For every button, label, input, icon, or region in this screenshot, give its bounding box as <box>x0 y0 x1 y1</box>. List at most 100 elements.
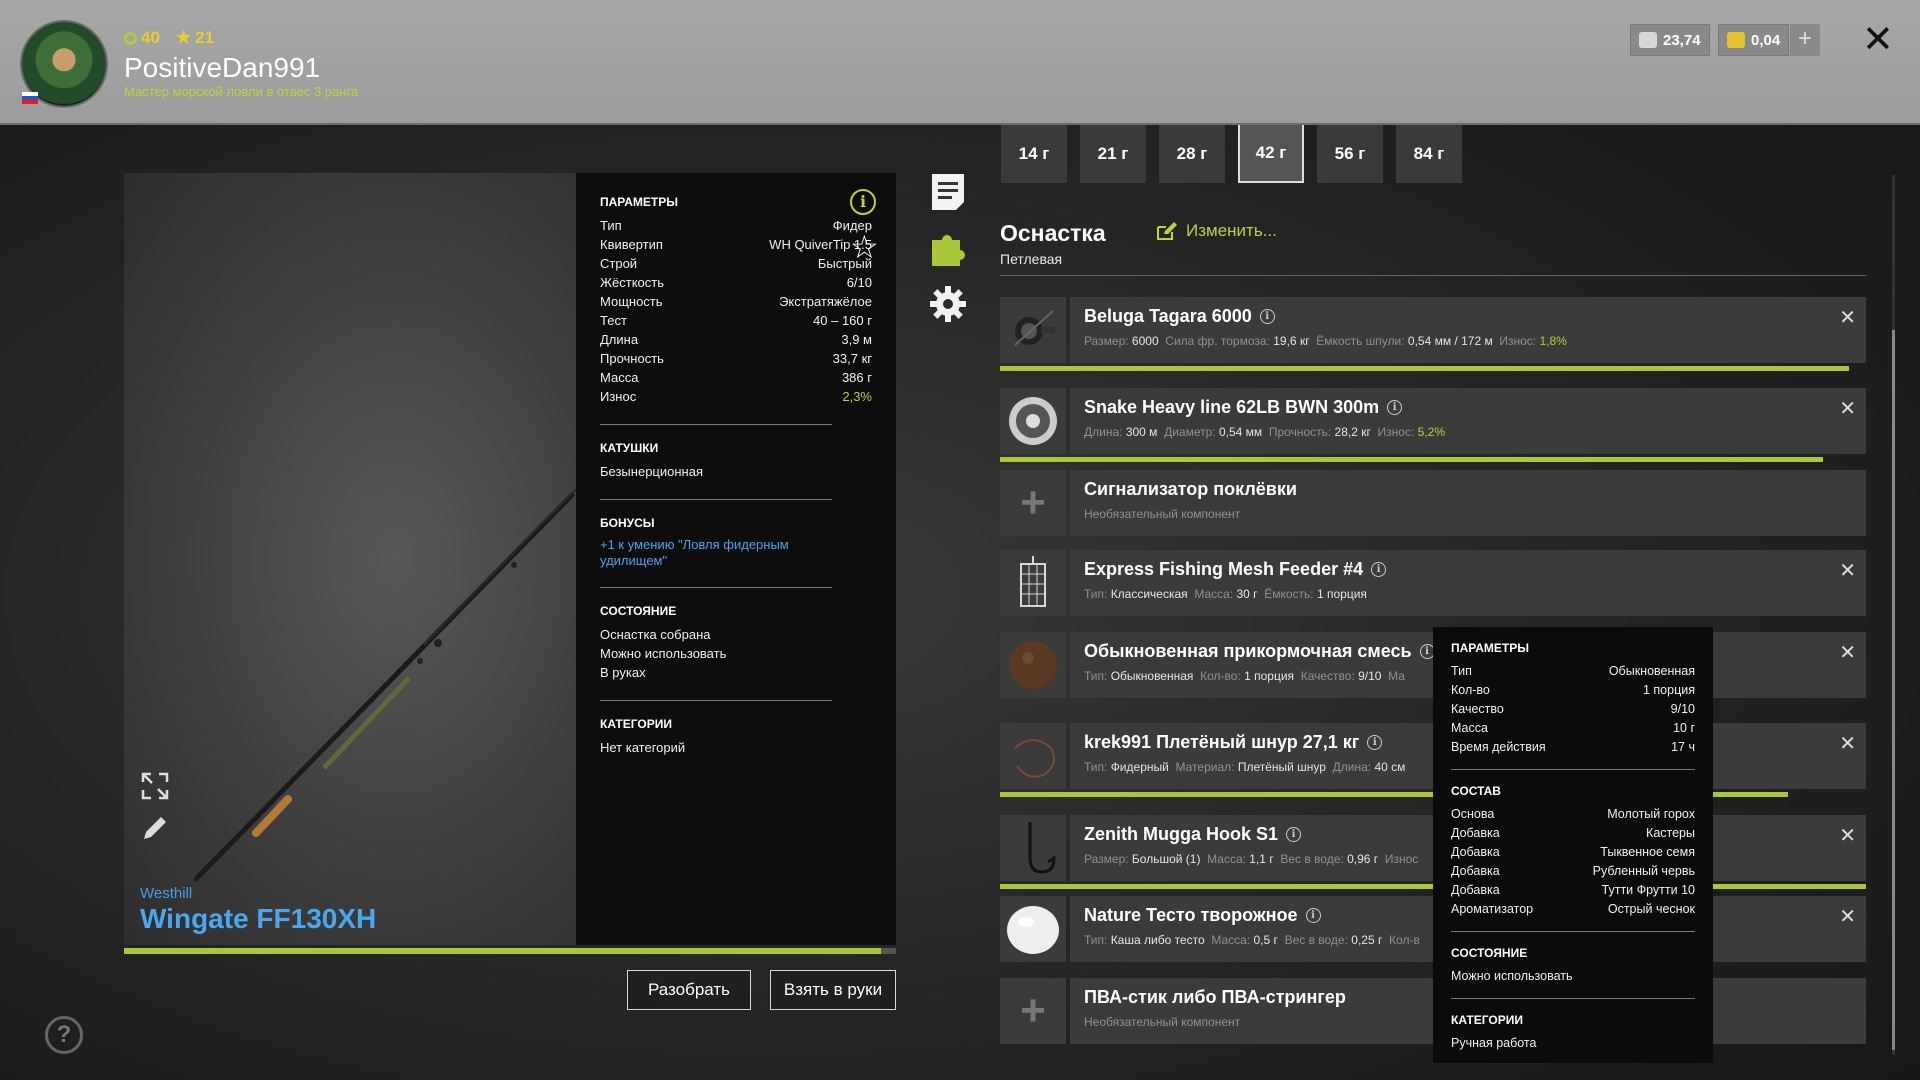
prop-value: Классическая <box>1110 587 1188 601</box>
component-props: Тип: Классическая Масса: 30 г Ёмкость: 1… <box>1084 587 1852 601</box>
prop-label: Диаметр: <box>1164 425 1216 439</box>
prop-label: Ёмкость: <box>1264 587 1314 601</box>
weight-option[interactable]: 56 г <box>1317 125 1383 183</box>
bonus-text[interactable]: +1 к умению "Ловля фидерным удилищем" <box>600 537 810 569</box>
description-icon[interactable] <box>928 172 968 212</box>
param-label: Квивертип <box>600 237 663 252</box>
tooltip-categories-title: КАТЕГОРИИ <box>1451 1013 1523 1027</box>
param-value: Обыкновенная <box>1608 664 1695 678</box>
info-icon[interactable]: i <box>1367 735 1383 750</box>
remove-component-icon[interactable]: ✕ <box>1839 558 1856 583</box>
param-value: 40 – 160 г <box>813 313 872 328</box>
param-row: Время действия 17 ч <box>1451 738 1695 757</box>
component-slot[interactable]: Beluga Tagara 6000 i Размер: 6000 Сила фр.… <box>1000 297 1866 371</box>
change-rig-button[interactable]: Изменить... <box>1156 221 1277 241</box>
rod-brand: Westhill <box>140 885 193 902</box>
line-spool-icon <box>1000 388 1066 454</box>
plus-icon: + <box>1000 978 1066 1044</box>
divider <box>600 700 832 701</box>
param-label: Качество <box>1451 702 1504 716</box>
param-row: Добавка Тутти Фрутти 10 <box>1451 881 1695 900</box>
param-row: Мощность Экстратяжёлое <box>600 292 872 311</box>
rod-name: Wingate FF130XH <box>140 903 377 934</box>
param-row: Длина 3,9 м <box>600 330 872 349</box>
prop-value: 0,54 мм <box>1218 425 1263 439</box>
component-slot[interactable]: Snake Heavy line 62LB BWN 300m i Длина: 30… <box>1000 388 1866 462</box>
param-row: Строй Быстрый <box>600 254 872 273</box>
remove-component-icon[interactable]: ✕ <box>1839 823 1856 848</box>
state-assembled: Оснастка собрана <box>600 627 711 642</box>
close-button[interactable]: ✕ <box>1862 20 1894 60</box>
param-value: Тыквенное семя <box>1600 845 1695 859</box>
prop-value: 1 порция <box>1316 587 1367 601</box>
tooltip-composition: Основа Молотый горох Добавка Кастеры Добавка… <box>1451 805 1695 919</box>
prop-label: Масса: <box>1211 933 1251 947</box>
weight-option[interactable]: 84 г <box>1396 125 1462 183</box>
prop-value: 1,1 г <box>1249 852 1274 866</box>
remove-component-icon[interactable]: ✕ <box>1839 305 1856 330</box>
component-slot[interactable]: + Сигнализатор поклёвки Необязательный ком… <box>1000 470 1866 536</box>
prop-label: Кол-во: <box>1200 669 1241 683</box>
info-icon[interactable]: i <box>1305 908 1321 923</box>
buy-currency-button[interactable]: + <box>1790 24 1820 56</box>
param-label: Кол-во <box>1451 683 1490 697</box>
tooltip-params: Тип Обыкновенная Кол-во 1 порция Качество 9/1… <box>1451 662 1695 757</box>
param-value: Молотый горох <box>1607 807 1695 821</box>
param-label: Жёсткость <box>600 275 664 290</box>
gold-coins-icon <box>1727 32 1745 48</box>
param-row: Ароматизатор Острый чеснок <box>1451 900 1695 919</box>
weight-option[interactable]: 21 г <box>1080 125 1146 183</box>
component-props: Размер: 6000 Сила фр. тормоза: 19,6 кг Ё… <box>1084 334 1852 348</box>
rig-puzzle-icon[interactable] <box>928 228 968 268</box>
favorite-star-icon[interactable]: ☆ <box>850 231 879 263</box>
component-info: Express Fishing Mesh Feeder #4 i Тип: Клас… <box>1070 550 1866 616</box>
fullscreen-icon[interactable] <box>140 771 170 801</box>
param-label: Основа <box>1451 807 1495 821</box>
prop-label: Тип: <box>1084 760 1108 774</box>
component-slot[interactable]: Express Fishing Mesh Feeder #4 i Тип: Клас… <box>1000 550 1866 616</box>
remove-component-icon[interactable]: ✕ <box>1839 904 1856 929</box>
info-icon[interactable]: i <box>1259 309 1275 324</box>
divider <box>1451 931 1695 932</box>
take-in-hands-button[interactable]: Взять в руки <box>770 970 896 1010</box>
weight-option[interactable]: 42 г <box>1238 125 1304 183</box>
prop-label: Масса: <box>1207 852 1246 866</box>
weight-option[interactable]: 28 г <box>1159 125 1225 183</box>
component-wear-bar <box>1000 457 1823 462</box>
prop-label: Качество: <box>1300 669 1355 683</box>
param-value: Рубленный червь <box>1592 864 1695 878</box>
info-icon[interactable]: i <box>1371 562 1387 577</box>
param-value: Кастеры <box>1646 826 1695 840</box>
disassemble-button[interactable]: Разобрать <box>627 970 751 1010</box>
info-icon[interactable]: i <box>1286 827 1302 842</box>
param-value: Тутти Фрутти 10 <box>1601 883 1695 897</box>
rod-wear-fill <box>124 948 881 954</box>
remove-component-icon[interactable]: ✕ <box>1839 731 1856 756</box>
component-name: Snake Heavy line 62LB BWN 300m i <box>1084 397 1852 418</box>
prop-value: Большой (1) <box>1131 852 1201 866</box>
hook-icon <box>1000 815 1066 881</box>
params-title: ПАРАМЕТРЫ <box>600 195 678 209</box>
prop-label: Кол-в <box>1389 933 1420 947</box>
rename-pencil-icon[interactable] <box>140 813 170 843</box>
component-info: Snake Heavy line 62LB BWN 300m i Длина: 30… <box>1070 388 1866 454</box>
weight-option[interactable]: 14 г <box>1001 125 1067 183</box>
remove-component-icon[interactable]: ✕ <box>1839 640 1856 665</box>
prop-label: Сила фр. тормоза: <box>1165 334 1270 348</box>
help-button[interactable]: ? <box>45 1016 83 1054</box>
reels-title: КАТУШКИ <box>600 441 659 455</box>
param-row: Квивертип WH QuiverTip 1.5 <box>600 235 872 254</box>
player-stats: 40 ★ 21 <box>124 28 214 48</box>
component-name: Express Fishing Mesh Feeder #4 i <box>1084 559 1852 580</box>
param-label: Износ <box>600 389 637 404</box>
stars-indicator: ★ 21 <box>175 28 215 47</box>
prop-value: Плетёный шнур <box>1237 760 1326 774</box>
info-icon[interactable]: i <box>1387 400 1403 415</box>
scrollbar-thumb[interactable] <box>1892 330 1895 1050</box>
param-label: Тест <box>600 313 627 328</box>
prop-label: Длина: <box>1084 425 1123 439</box>
settings-gear-icon[interactable] <box>928 284 968 324</box>
param-value: 17 ч <box>1671 740 1695 754</box>
remove-component-icon[interactable]: ✕ <box>1839 396 1856 421</box>
info-icon[interactable]: i <box>850 189 876 215</box>
